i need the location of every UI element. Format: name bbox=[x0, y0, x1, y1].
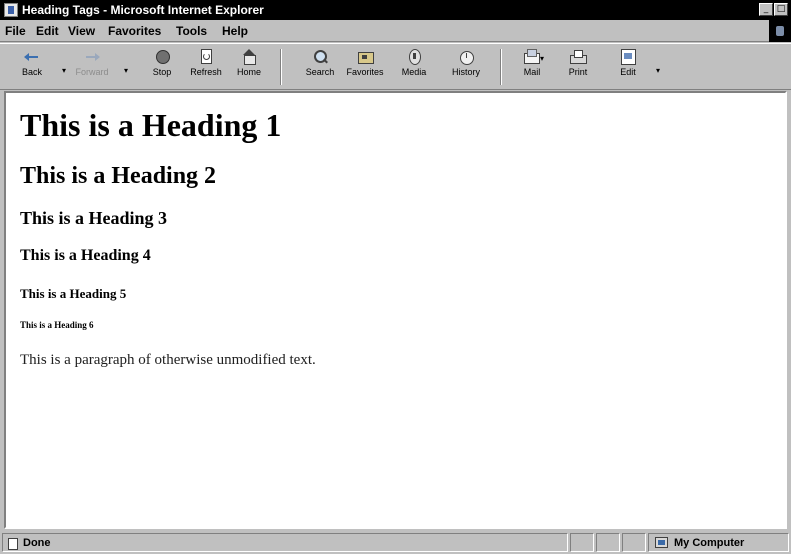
stop-label: Stop bbox=[152, 67, 172, 77]
refresh-icon bbox=[198, 49, 214, 65]
heading-1: This is a Heading 1 bbox=[20, 107, 282, 143]
page-content[interactable]: This is a Heading 1 This is a Heading 2 … bbox=[4, 91, 787, 529]
history-label: History bbox=[451, 67, 480, 77]
edit-button[interactable]: Edit bbox=[608, 47, 648, 87]
search-icon bbox=[312, 49, 328, 65]
toolbar-separator bbox=[280, 49, 282, 85]
heading-6: This is a Heading 6 bbox=[20, 320, 94, 330]
history-icon bbox=[458, 49, 474, 65]
forward-button[interactable]: Forward bbox=[72, 47, 112, 87]
history-button[interactable]: History bbox=[446, 47, 486, 87]
heading-3: This is a Heading 3 bbox=[20, 208, 168, 228]
home-button[interactable]: Home bbox=[229, 47, 269, 87]
print-label: Print bbox=[568, 67, 588, 77]
edit-icon bbox=[620, 49, 636, 65]
window-right-edge bbox=[787, 91, 791, 529]
body-paragraph: This is a paragraph of otherwise unmodif… bbox=[20, 352, 316, 368]
title-bar[interactable]: Heading Tags - Microsoft Internet Explor… bbox=[0, 0, 791, 20]
status-pane-empty bbox=[570, 533, 594, 552]
status-text: Done bbox=[23, 537, 51, 549]
edit-dropdown-icon[interactable]: ▾ bbox=[656, 66, 660, 75]
ie-page-icon[interactable] bbox=[4, 3, 18, 17]
favorites-icon bbox=[357, 49, 374, 65]
browser-window: Heading Tags - Microsoft Internet Explor… bbox=[0, 0, 791, 554]
forward-arrow-icon bbox=[84, 49, 100, 65]
status-bar: Done My Computer bbox=[0, 531, 791, 554]
refresh-label: Refresh bbox=[190, 67, 222, 77]
minimize-button[interactable]: _ bbox=[759, 3, 773, 16]
menu-bar: File Edit View Favorites Tools Help bbox=[0, 20, 791, 42]
back-label: Back bbox=[21, 67, 42, 77]
search-label: Search bbox=[305, 67, 335, 77]
heading-4: This is a Heading 4 bbox=[20, 247, 151, 264]
favorites-button[interactable]: Favorites bbox=[345, 47, 385, 87]
menu-file[interactable]: File bbox=[5, 24, 26, 38]
media-button[interactable]: Media bbox=[394, 47, 434, 87]
maximize-button[interactable]: □ bbox=[774, 3, 788, 16]
menu-edit[interactable]: Edit bbox=[36, 24, 59, 38]
home-label: Home bbox=[236, 67, 261, 77]
security-zone-label: My Computer bbox=[674, 537, 745, 549]
forward-label: Forward bbox=[75, 67, 109, 77]
menu-tools[interactable]: Tools bbox=[176, 24, 207, 38]
status-pane-empty bbox=[622, 533, 646, 552]
stop-button[interactable]: Stop bbox=[142, 47, 182, 87]
media-label: Media bbox=[401, 67, 427, 77]
favorites-label: Favorites bbox=[346, 67, 384, 77]
back-dropdown-icon[interactable]: ▾ bbox=[62, 66, 66, 75]
edit-label: Edit bbox=[620, 67, 636, 77]
forward-dropdown-icon[interactable]: ▾ bbox=[124, 66, 128, 75]
refresh-button[interactable]: Refresh bbox=[186, 47, 226, 87]
heading-2: This is a Heading 2 bbox=[20, 163, 217, 189]
heading-5: This is a Heading 5 bbox=[20, 286, 127, 301]
status-message-pane: Done bbox=[2, 533, 568, 552]
menu-view[interactable]: View bbox=[68, 24, 95, 38]
print-icon bbox=[570, 49, 587, 65]
search-button[interactable]: Search bbox=[300, 47, 340, 87]
print-button[interactable]: Print bbox=[558, 47, 598, 87]
page-done-icon bbox=[8, 538, 18, 550]
toolbar-separator bbox=[500, 49, 502, 85]
stop-icon bbox=[154, 49, 170, 65]
status-pane-empty bbox=[596, 533, 620, 552]
throbber-logo-icon bbox=[769, 20, 791, 42]
back-button[interactable]: Back bbox=[12, 47, 52, 87]
window-title: Heading Tags - Microsoft Internet Explor… bbox=[22, 3, 264, 17]
home-icon bbox=[241, 49, 257, 65]
menu-help[interactable]: Help bbox=[222, 24, 248, 38]
mail-dropdown-icon[interactable]: ▾ bbox=[540, 54, 544, 63]
standard-toolbar: Back ▾ Forward ▾ Stop Refresh Home Searc… bbox=[0, 43, 791, 90]
menu-favorites[interactable]: Favorites bbox=[108, 24, 161, 38]
my-computer-icon bbox=[655, 537, 668, 548]
mail-button[interactable]: Mail bbox=[512, 47, 552, 87]
mail-icon bbox=[524, 49, 540, 65]
media-icon bbox=[406, 49, 422, 65]
back-arrow-icon bbox=[24, 49, 40, 65]
security-zone-pane[interactable]: My Computer bbox=[648, 533, 789, 552]
mail-label: Mail bbox=[523, 67, 541, 77]
